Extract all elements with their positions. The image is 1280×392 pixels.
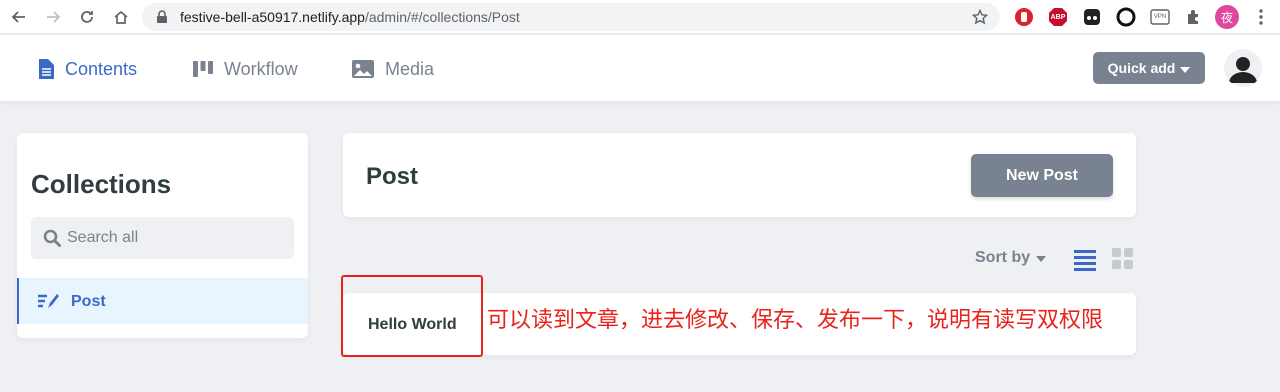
tab-label: Contents	[65, 58, 138, 79]
search-icon	[43, 229, 61, 252]
app-header: Contents Workflow Media Quick add	[0, 35, 1280, 101]
dots-icon[interactable]	[1081, 6, 1103, 28]
list-view-icon[interactable]	[1073, 247, 1097, 271]
address-bar[interactable]: festive-bell-a50917.netlify.app/admin/#/…	[142, 3, 1000, 31]
collection-header: Post New Post	[343, 133, 1136, 217]
sort-dropdown[interactable]: Sort by	[975, 249, 1047, 267]
star-icon[interactable]	[971, 8, 989, 30]
sort-label: Sort by	[975, 249, 1031, 266]
sidebar-item-post[interactable]: Post	[17, 278, 308, 324]
url-host: festive-bell-a50917.netlify.app	[180, 9, 365, 25]
collections-sidebar: Collections Post	[17, 133, 308, 338]
annotation-text: 可以读到文章，进去修改、保存、发布一下，说明有读写双权限	[487, 308, 1104, 333]
grid-view-icon[interactable]	[1111, 247, 1135, 271]
forward-icon[interactable]	[42, 6, 64, 28]
quick-add-button[interactable]: Quick add	[1093, 52, 1205, 84]
kebab-menu-icon[interactable]	[1250, 6, 1272, 28]
caret-down-icon	[1036, 249, 1047, 267]
quick-add-label: Quick add	[1107, 60, 1176, 76]
back-icon[interactable]	[8, 6, 30, 28]
new-post-button[interactable]: New Post	[971, 154, 1113, 197]
tab-label: Media	[385, 58, 435, 79]
pen-list-icon	[37, 292, 59, 315]
collection-title: Post	[366, 163, 419, 190]
profile-avatar[interactable]: 夜	[1215, 5, 1239, 29]
puzzle-icon[interactable]	[1183, 6, 1205, 28]
image-icon	[351, 59, 375, 79]
kanban-icon	[192, 60, 214, 78]
tab-contents[interactable]: Contents	[37, 57, 137, 81]
tab-workflow[interactable]: Workflow	[192, 57, 298, 81]
document-icon	[37, 58, 55, 80]
user-avatar[interactable]	[1224, 49, 1262, 87]
circle-icon[interactable]	[1115, 6, 1137, 28]
reload-icon[interactable]	[76, 6, 98, 28]
url-text: festive-bell-a50917.netlify.app/admin/#/…	[180, 9, 520, 25]
caret-down-icon	[1180, 60, 1191, 76]
sidebar-item-label: Post	[71, 293, 106, 310]
home-icon[interactable]	[110, 6, 132, 28]
vpn-icon[interactable]: VPN	[1149, 6, 1171, 28]
abp-label: ABP	[1050, 13, 1066, 21]
url-path: /admin/#/collections/Post	[364, 9, 520, 25]
search-input[interactable]	[67, 217, 287, 259]
stop-icon[interactable]	[1013, 6, 1035, 28]
profile-initial: 夜	[1220, 10, 1233, 25]
vpn-label: VPN	[1153, 14, 1167, 20]
search-box	[31, 217, 294, 259]
abp-icon[interactable]: ABP	[1047, 6, 1069, 28]
tab-label: Workflow	[224, 58, 298, 79]
browser-toolbar: festive-bell-a50917.netlify.app/admin/#/…	[0, 0, 1280, 34]
lock-icon	[156, 10, 168, 29]
user-icon	[1229, 57, 1257, 83]
annotation-highlight-box	[341, 275, 483, 357]
tab-media[interactable]: Media	[351, 57, 434, 81]
sidebar-title: Collections	[31, 169, 172, 199]
